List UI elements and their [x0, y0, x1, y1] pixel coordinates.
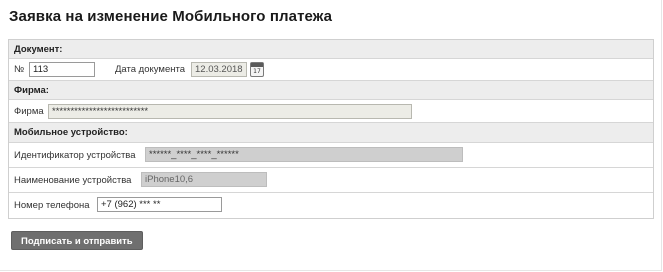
section-header-document: Документ:	[9, 40, 653, 59]
document-number-input[interactable]: 113	[29, 62, 95, 77]
calendar-icon[interactable]: 17	[250, 62, 264, 77]
document-number-label: №	[14, 64, 25, 75]
firm-label: Фирма	[14, 106, 44, 117]
document-row: № 113 Дата документа 12.03.2018 17	[9, 59, 653, 81]
firm-input: **************************	[48, 104, 412, 119]
request-form: Документ: № 113 Дата документа 12.03.201…	[8, 39, 654, 219]
device-name-input: iPhone10,6	[141, 172, 267, 187]
phone-row: Номер телефона +7 (962) *** **	[9, 193, 653, 218]
device-name-row: Наименование устройства iPhone10,6	[9, 168, 653, 193]
device-id-label: Идентификатор устройства	[14, 150, 136, 161]
document-date-input: 12.03.2018	[191, 62, 247, 77]
firm-row: Фирма **************************	[9, 100, 653, 123]
phone-label: Номер телефона	[14, 200, 90, 211]
section-header-firm: Фирма:	[9, 81, 653, 100]
device-id-row: Идентификатор устройства ******_****_***…	[9, 143, 653, 168]
section-header-device: Мобильное устройство:	[9, 123, 653, 143]
device-id-input: ******_****_****_******	[145, 147, 463, 162]
document-date-label: Дата документа	[115, 64, 185, 75]
page-title: Заявка на изменение Мобильного платежа	[9, 8, 333, 25]
phone-input[interactable]: +7 (962) *** **	[97, 197, 222, 212]
sign-and-send-button[interactable]: Подписать и отправить	[11, 231, 143, 250]
device-name-label: Наименование устройства	[14, 175, 132, 186]
